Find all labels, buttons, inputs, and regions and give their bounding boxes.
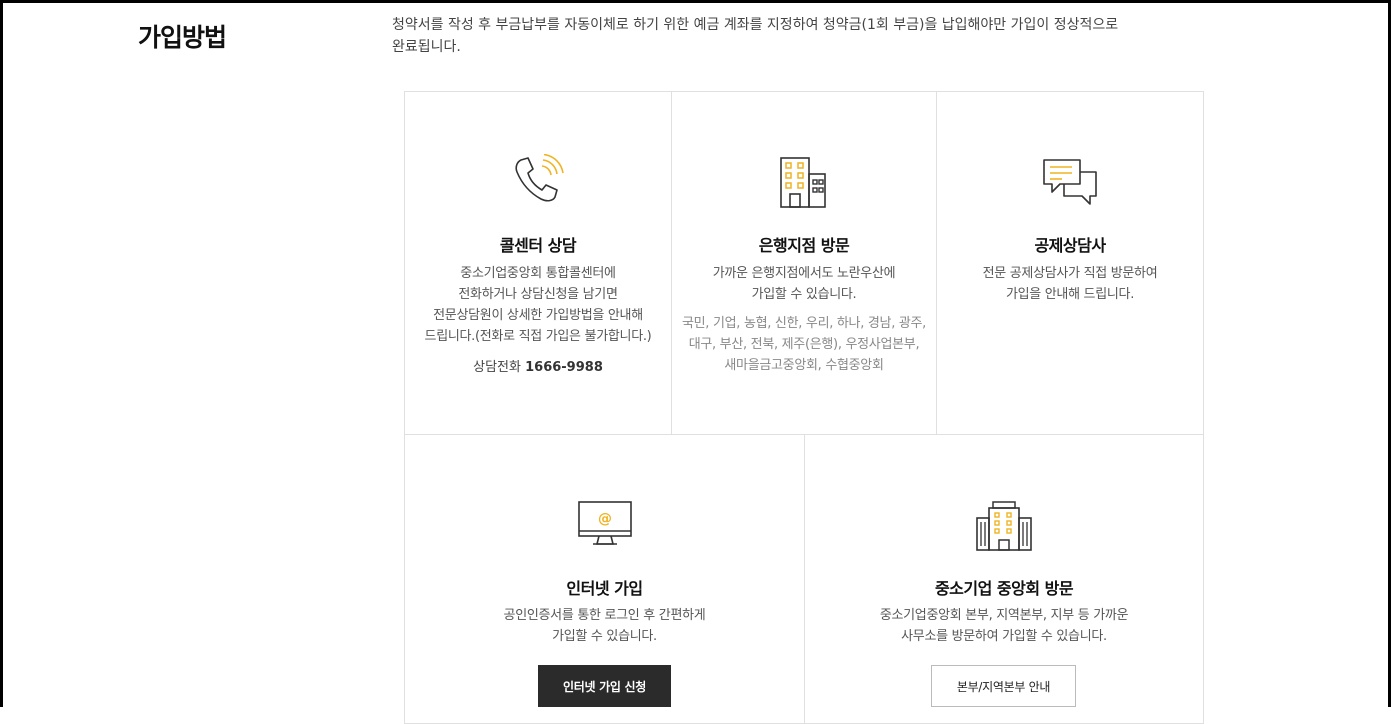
desc-line: 가까운 은행지점에서도 노란우산에 [712,266,896,281]
bank-list: 국민, 기업, 농협, 신한, 우리, 하나, 경남, 광주, 대구, 부산, … [672,313,936,376]
desc-line: 전문 공제상담사가 직접 방문하여 [982,266,1158,281]
method-card-hq: 중소기업 중앙회 방문 중소기업중앙회 본부, 지역본부, 지부 등 가까운 사… [804,434,1204,724]
intro-line: 완료됩니다. [392,39,461,55]
card-title: 은행지점 방문 [758,236,850,255]
desc-line: 공인인증서를 통한 로그인 후 간편하게 [503,608,706,623]
internet-apply-button[interactable]: 인터넷 가입 신청 [538,665,671,707]
intro-line: 청약서를 작성 후 부금납부를 자동이체로 하기 위한 예금 계좌를 지정하여 … [392,17,1119,33]
card-title: 인터넷 가입 [566,579,643,598]
method-card-callcenter: 콜센터 상담 중소기업중앙회 통합콜센터에 전화하거나 상담신청을 남기면 전문… [404,91,672,435]
card-description: 중소기업중앙회 통합콜센터에 전화하거나 상담신청을 남기면 전문상담원이 상세… [405,263,671,347]
desc-line: 가입할 수 있습니다. [552,629,657,644]
section-intro: 청약서를 작성 후 부금납부를 자동이체로 하기 위한 예금 계좌를 지정하여 … [392,14,1192,58]
card-title: 중소기업 중앙회 방문 [934,579,1074,598]
bank-list-line: 국민, 기업, 농협, 신한, 우리, 하나, 경남, 광주, [681,316,927,331]
office-tower-icon [976,501,1032,551]
card-description: 가까운 은행지점에서도 노란우산에 가입할 수 있습니다. [672,263,936,305]
desc-line: 가입을 안내해 드립니다. [1005,287,1135,302]
method-row: 콜센터 상담 중소기업중앙회 통합콜센터에 전화하거나 상담신청을 남기면 전문… [404,91,1204,435]
method-card-internet: @ 인터넷 가입 공인인증서를 통한 로그인 후 간편하게 가입할 수 있습니다… [404,434,805,724]
desc-line: 전화하거나 상담신청을 남기면 [458,287,618,302]
card-description: 전문 공제상담사가 직접 방문하여 가입을 안내해 드립니다. [937,263,1203,305]
bank-building-icon [780,157,826,208]
bank-list-line: 새마을금고중앙회, 수협중앙회 [724,358,884,373]
phone-icon [515,154,564,202]
desc-line: 중소기업중앙회 통합콜센터에 [460,266,616,281]
chat-bubbles-icon [1043,159,1097,205]
card-description: 중소기업중앙회 본부, 지역본부, 지부 등 가까운 사무소를 방문하여 가입할… [805,605,1203,647]
phone-info: 상담전화 1666-9988 [405,356,671,375]
desc-line: 드립니다.(전화로 직접 가입은 불가합니다.) [424,329,652,344]
method-card-agent: 공제상담사 전문 공제상담사가 직접 방문하여 가입을 안내해 드립니다. [936,91,1204,435]
card-description: 공인인증서를 통한 로그인 후 간편하게 가입할 수 있습니다. [405,605,804,647]
branch-info-button[interactable]: 본부/지역본부 안내 [931,665,1076,707]
svg-text:@: @ [598,511,612,527]
section-title: 가입방법 [138,23,227,52]
method-card-bank: 은행지점 방문 가까운 은행지점에서도 노란우산에 가입할 수 있습니다. 국민… [671,91,937,435]
card-title: 공제상담사 [1034,236,1106,255]
desc-line: 중소기업중앙회 본부, 지역본부, 지부 등 가까운 [879,608,1129,623]
phone-label: 상담전화 [473,360,521,375]
desc-line: 전문상담원이 상세한 가입방법을 안내해 [433,308,643,323]
method-row: @ 인터넷 가입 공인인증서를 통한 로그인 후 간편하게 가입할 수 있습니다… [404,434,1204,724]
desc-line: 사무소를 방문하여 가입할 수 있습니다. [901,629,1107,644]
phone-number: 1666-9988 [525,360,603,375]
card-title: 콜센터 상담 [499,236,577,255]
join-method-grid: 콜센터 상담 중소기업중앙회 통합콜센터에 전화하거나 상담신청을 남기면 전문… [404,91,1204,724]
monitor-at-icon: @ [577,501,632,545]
desc-line: 가입할 수 있습니다. [751,287,857,302]
bank-list-line: 대구, 부산, 전북, 제주(은행), 우정사업본부, [688,337,920,352]
